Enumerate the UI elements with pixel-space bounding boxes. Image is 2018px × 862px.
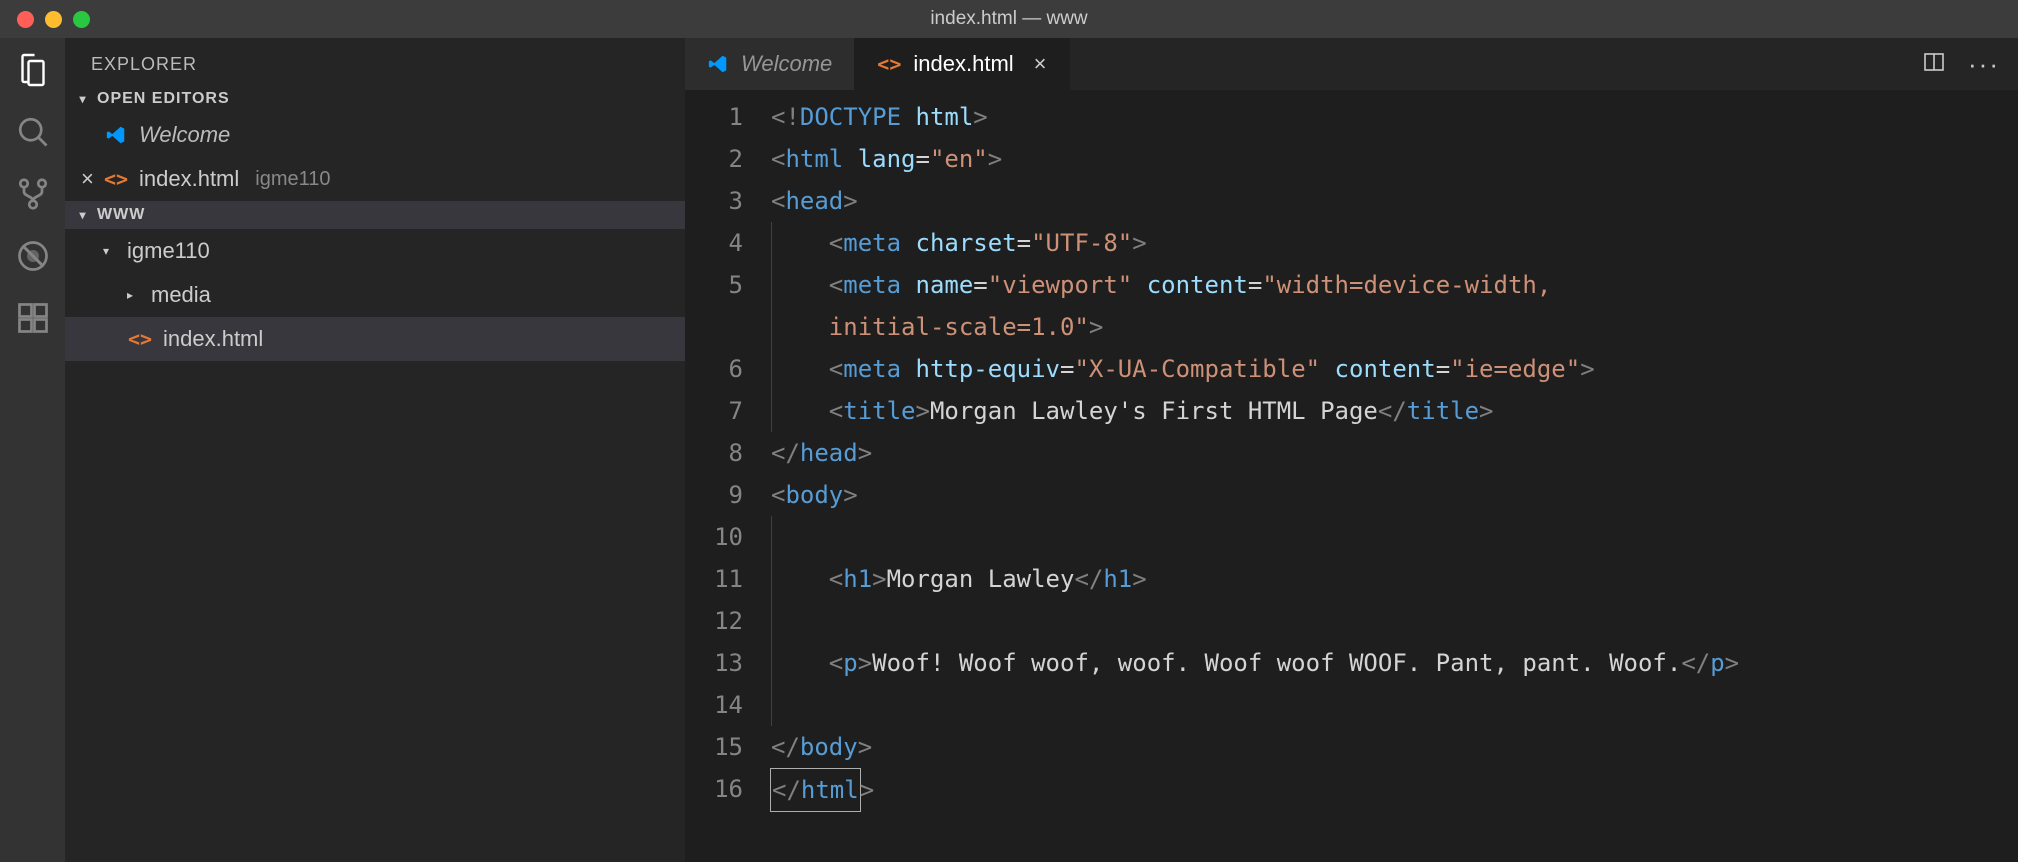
tab-welcome[interactable]: Welcome: [685, 38, 855, 90]
folder-label: media: [151, 282, 211, 308]
explorer-icon[interactable]: [15, 52, 51, 88]
folder-label: igme110: [127, 238, 210, 264]
minimize-window-button[interactable]: [45, 11, 62, 28]
close-icon[interactable]: ×: [1034, 51, 1047, 77]
chevron-down-icon: ▾: [75, 92, 91, 106]
chevron-down-icon: ▾: [75, 208, 91, 222]
source-control-icon[interactable]: [15, 176, 51, 212]
window-controls: [0, 11, 90, 28]
workspace-header[interactable]: ▾ WWW: [65, 201, 685, 229]
sidebar-title: EXPLORER: [65, 38, 685, 85]
maximize-window-button[interactable]: [73, 11, 90, 28]
html-file-icon: <>: [127, 327, 153, 351]
chevron-right-icon: ▸: [127, 288, 141, 302]
titlebar: index.html — www: [0, 0, 2018, 38]
line-number-gutter: 12345678910111213141516: [685, 96, 771, 862]
html-file-icon: <>: [103, 167, 129, 191]
vscode-logo-icon: [707, 53, 729, 75]
open-editor-dir: igme110: [255, 168, 330, 191]
close-window-button[interactable]: [17, 11, 34, 28]
tab-index-html[interactable]: <> index.html ×: [855, 38, 1069, 90]
file-label: index.html: [163, 326, 263, 352]
editor-area: Welcome <> index.html × ··· 123456789101…: [685, 38, 2018, 862]
open-editor-label: Welcome: [139, 122, 230, 148]
explorer-sidebar: EXPLORER ▾ OPEN EDITORS Welcome × <> ind…: [65, 38, 685, 862]
folder-igme110[interactable]: ▾ igme110: [65, 229, 685, 273]
window-title: index.html — www: [930, 8, 1087, 30]
folder-media[interactable]: ▸ media: [65, 273, 685, 317]
code-editor[interactable]: 12345678910111213141516 <!DOCTYPE html><…: [685, 90, 2018, 862]
more-actions-icon[interactable]: ···: [1968, 49, 2000, 80]
tab-label: Welcome: [741, 51, 832, 77]
workspace-label: WWW: [97, 206, 145, 224]
open-editors-header[interactable]: ▾ OPEN EDITORS: [65, 85, 685, 113]
open-editor-index-html[interactable]: × <> index.html igme110: [65, 157, 685, 201]
split-editor-icon[interactable]: [1922, 50, 1946, 79]
activity-bar: [0, 38, 65, 862]
open-editors-label: OPEN EDITORS: [97, 90, 230, 108]
code-content[interactable]: <!DOCTYPE html><html lang="en"><head> <m…: [771, 96, 2018, 862]
open-editor-label: index.html: [139, 166, 239, 192]
html-file-icon: <>: [877, 52, 901, 76]
search-icon[interactable]: [15, 114, 51, 150]
vscode-logo-icon: [103, 124, 129, 146]
close-icon[interactable]: ×: [81, 166, 94, 192]
extensions-icon[interactable]: [15, 300, 51, 336]
chevron-down-icon: ▾: [103, 244, 117, 258]
open-editor-welcome[interactable]: Welcome: [65, 113, 685, 157]
editor-tabs: Welcome <> index.html × ···: [685, 38, 2018, 90]
file-index-html[interactable]: <> index.html: [65, 317, 685, 361]
debug-icon[interactable]: [15, 238, 51, 274]
tab-label: index.html: [913, 51, 1013, 77]
